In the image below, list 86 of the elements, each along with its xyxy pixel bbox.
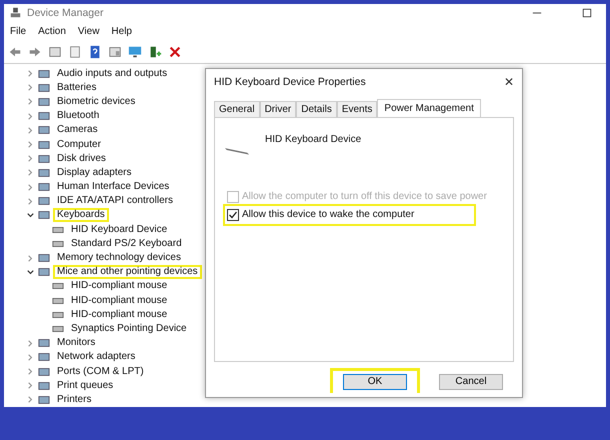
- tree-item[interactable]: Monitors: [53, 336, 100, 350]
- tab[interactable]: General: [214, 100, 260, 116]
- device-icon: [38, 82, 50, 94]
- tree-item[interactable]: Network adapters: [53, 350, 140, 364]
- menu-item[interactable]: Action: [38, 26, 66, 37]
- tab[interactable]: Power Management: [377, 98, 481, 116]
- expand-chevron-icon[interactable]: [26, 140, 35, 150]
- delete-icon[interactable]: [168, 44, 182, 59]
- device-icon: [38, 166, 50, 179]
- tree-item[interactable]: Standard PS/2 Keyboard: [67, 236, 186, 251]
- collapse-chevron-icon[interactable]: [26, 210, 35, 220]
- device-icon: [38, 366, 50, 378]
- tree-item[interactable]: Biometric devices: [53, 94, 140, 109]
- document-icon[interactable]: [68, 44, 82, 59]
- device-icon: [38, 394, 50, 406]
- device-icon: [38, 96, 50, 108]
- tree-item[interactable]: Audio inputs and outputs: [53, 66, 172, 81]
- device-icon: [38, 195, 50, 208]
- window-icon[interactable]: [108, 44, 122, 59]
- device-icon: [38, 266, 50, 278]
- expand-chevron-icon[interactable]: [26, 83, 35, 92]
- device-icon: [38, 252, 50, 264]
- tree-item[interactable]: Print queues: [53, 378, 118, 393]
- expand-chevron-icon[interactable]: [26, 352, 35, 362]
- device-icon: [38, 209, 50, 222]
- device-name: HID Keyboard Device: [265, 134, 362, 144]
- tree-item[interactable]: Printers: [53, 392, 96, 407]
- tree-item[interactable]: HID Keyboard Device: [67, 222, 172, 237]
- expand-chevron-icon[interactable]: [26, 97, 35, 106]
- tree-item[interactable]: Ports (COM & LPT): [53, 364, 148, 379]
- expand-chevron-icon[interactable]: [26, 381, 35, 390]
- expand-chevron-icon[interactable]: [26, 196, 35, 206]
- device-icon: [38, 124, 50, 136]
- tree-item[interactable]: HID-compliant mouse: [67, 279, 172, 294]
- device-icon: [38, 152, 50, 165]
- collapse-chevron-icon[interactable]: [26, 268, 35, 277]
- menu-item[interactable]: Help: [111, 26, 132, 37]
- tree-item[interactable]: Disk drives: [53, 152, 110, 166]
- device-icon: [38, 110, 50, 122]
- expand-chevron-icon[interactable]: [26, 367, 35, 376]
- expand-chevron-icon[interactable]: [26, 154, 35, 164]
- tree-item[interactable]: HID-compliant mouse: [67, 308, 172, 322]
- tree-item[interactable]: Human Interface Devices: [53, 180, 174, 194]
- help-icon[interactable]: [88, 44, 102, 59]
- device-icon: [38, 351, 50, 364]
- tree-item[interactable]: Memory technology devices: [53, 251, 185, 266]
- device-icon: [38, 138, 50, 151]
- device-icon: [38, 181, 50, 194]
- tab[interactable]: Details: [296, 100, 337, 116]
- tree-item[interactable]: Synaptics Pointing Device: [67, 322, 191, 336]
- expand-chevron-icon[interactable]: [26, 395, 35, 404]
- tree-item[interactable]: IDE ATA/ATAPI controllers: [53, 194, 177, 208]
- tree-item[interactable]: Batteries: [53, 80, 100, 95]
- monitor-icon[interactable]: [128, 44, 142, 59]
- tree-item[interactable]: Mice and other pointing devices: [53, 265, 202, 280]
- expand-chevron-icon[interactable]: [26, 338, 35, 348]
- dialog-button[interactable]: OK: [343, 374, 407, 390]
- menu-item[interactable]: File: [10, 26, 26, 37]
- tree-item[interactable]: Keyboards: [53, 208, 109, 222]
- device-icon: [38, 380, 50, 392]
- close-button[interactable]: ✕: [504, 74, 514, 88]
- expand-chevron-icon[interactable]: [26, 69, 35, 78]
- maximize-icon[interactable]: [582, 8, 592, 18]
- dialog-button[interactable]: Cancel: [439, 374, 503, 390]
- menu-item[interactable]: View: [78, 26, 100, 37]
- window-title: Device Manager: [27, 6, 104, 19]
- tree-item[interactable]: Display adapters: [53, 166, 136, 180]
- tree-item[interactable]: Bluetooth: [53, 109, 104, 124]
- expand-chevron-icon[interactable]: [26, 126, 35, 135]
- tab[interactable]: Events: [336, 100, 378, 116]
- device-icon: [38, 337, 50, 350]
- device-icon: [38, 68, 50, 80]
- checkbox[interactable]: [227, 208, 239, 220]
- tree-item[interactable]: Computer: [53, 138, 105, 152]
- checkbox-option[interactable]: Allow this device to wake the computer: [223, 204, 476, 226]
- expand-chevron-icon[interactable]: [26, 182, 35, 192]
- tree-item[interactable]: HID-compliant mouse: [67, 294, 172, 308]
- dialog-title: HID Keyboard Device Properties: [214, 76, 366, 88]
- expand-chevron-icon[interactable]: [26, 254, 35, 263]
- computer-icon: [10, 7, 21, 18]
- device-add-icon[interactable]: [148, 44, 162, 59]
- tab[interactable]: Driver: [260, 100, 296, 116]
- tree-item[interactable]: Cameras: [53, 123, 102, 138]
- expand-chevron-icon[interactable]: [26, 112, 35, 121]
- properties-icon[interactable]: [48, 44, 62, 59]
- expand-chevron-icon[interactable]: [26, 168, 35, 178]
